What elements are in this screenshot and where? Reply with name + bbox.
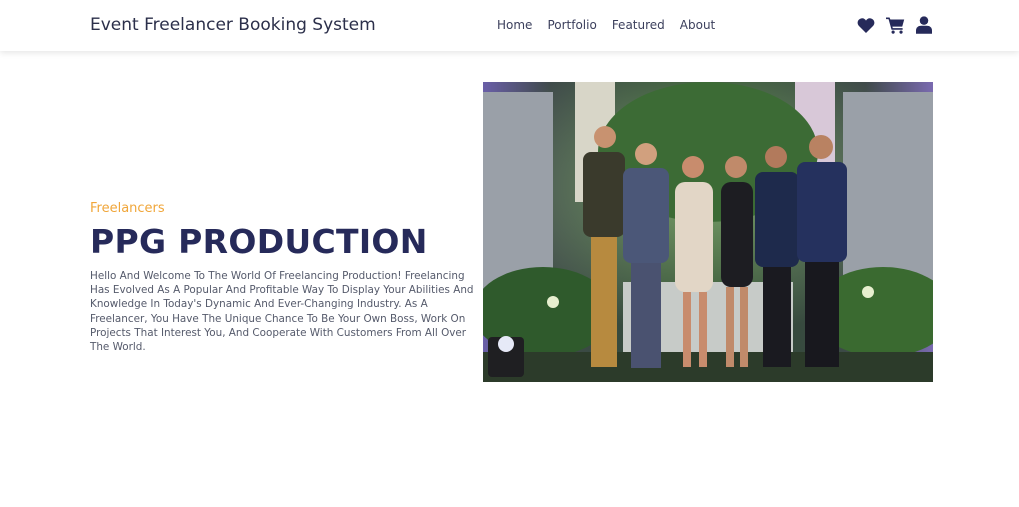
nav-featured[interactable]: Featured	[612, 18, 665, 32]
heart-icon[interactable]	[857, 17, 875, 34]
hero-text: Freelancers PPG PRODUCTION Hello And Wel…	[90, 201, 475, 354]
nav-about[interactable]: About	[680, 18, 715, 32]
navbar: Event Freelancer Booking System Home Por…	[0, 0, 1019, 51]
nav-icons	[857, 16, 932, 34]
hero-photo	[483, 82, 933, 382]
group-photo-image	[483, 82, 933, 382]
hero-eyebrow: Freelancers	[90, 201, 165, 216]
hero-title: PPG PRODUCTION	[90, 222, 428, 261]
hero-description: Hello And Welcome To The World Of Freela…	[90, 270, 474, 354]
nav-links: Home Portfolio Featured About	[497, 18, 715, 32]
user-icon[interactable]	[916, 16, 932, 34]
cart-icon[interactable]	[886, 16, 905, 34]
nav-portfolio[interactable]: Portfolio	[547, 18, 596, 32]
brand-title[interactable]: Event Freelancer Booking System	[90, 15, 376, 35]
nav-home[interactable]: Home	[497, 18, 532, 32]
